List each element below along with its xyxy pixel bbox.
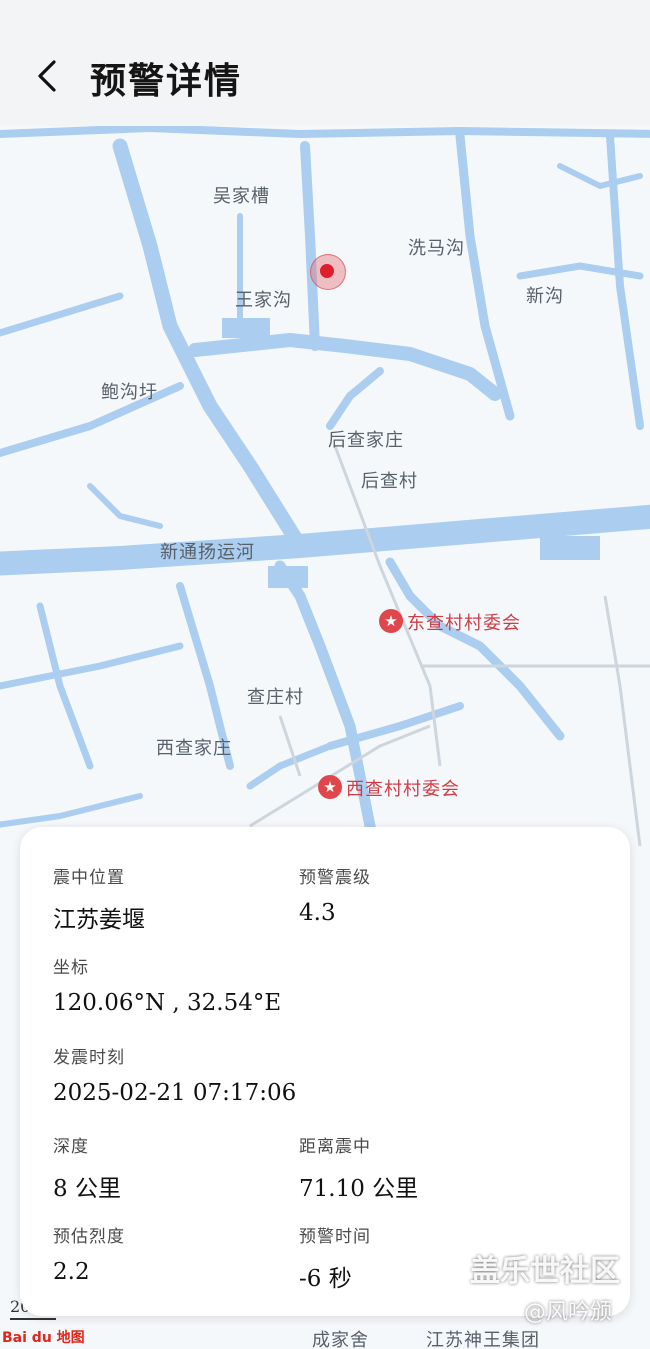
depth-label: 深度 [53,1137,89,1157]
map-label-xizhajiazhuang: 西查家庄 [156,738,232,759]
field-origin-time: 发震时刻 2025-02-21 07:17:06 [53,1043,296,1106]
back-button[interactable] [28,54,68,98]
poi-star-icon[interactable]: ★ [379,609,403,633]
map-label-wujiacao: 吴家槽 [213,186,270,207]
field-distance: 距离震中 71.10 公里 [299,1132,418,1203]
coordinates-value: 120.06°N , 32.54°E [53,990,282,1016]
map-label-zhazhuangcun: 查庄村 [247,687,304,708]
map-label-houzhacun: 后查村 [361,471,418,492]
map-label-bottom-2: 江苏神王集团 [426,1330,540,1349]
page-title: 预警详情 [90,60,243,102]
field-warning-time: 预警时间 -6 秒 [299,1222,371,1293]
map-label-bottom-1: 成家舍 [312,1330,369,1349]
field-depth: 深度 8 公里 [53,1132,121,1203]
map-label-baogouyu: 鲍沟圩 [101,382,158,403]
watermark-user: @风吟颁 [524,1300,613,1325]
location-label: 震中位置 [53,868,125,888]
map-label-canal: 新通扬运河 [160,542,255,563]
map-label-xingou: 新沟 [526,286,564,307]
poi-star-icon[interactable]: ★ [318,775,342,799]
warning-time-value: -6 秒 [299,1266,352,1292]
distance-label: 距离震中 [299,1137,371,1157]
distance-value: 71.10 公里 [299,1176,419,1202]
field-magnitude: 预警震级 4.3 [299,863,371,926]
warning-time-label: 预警时间 [299,1227,371,1247]
intensity-value: 2.2 [53,1259,90,1285]
map-label-houzhajiazhuang: 后查家庄 [328,430,404,451]
field-coordinates: 坐标 120.06°N , 32.54°E [53,953,281,1016]
intensity-label: 预估烈度 [53,1227,125,1247]
map-label-wangjiagou: 王家沟 [235,290,292,311]
location-value: 江苏姜堰 [53,907,145,933]
magnitude-value: 4.3 [299,900,336,926]
watermark-brand: 盖乐世社区 [470,1254,620,1289]
map-label-xizhacun-committee[interactable]: 西查村村委会 [346,775,460,801]
map-scale-bar [10,1318,56,1320]
earthquake-info-card: 震中位置 江苏姜堰 预警震级 4.3 坐标 120.06°N , 32.54°E… [20,827,630,1316]
field-intensity: 预估烈度 2.2 [53,1222,125,1285]
depth-value: 8 公里 [53,1176,121,1202]
map-label-ximagou: 洗马沟 [408,238,465,259]
field-location: 震中位置 江苏姜堰 [53,863,145,934]
map-label-dongzhacun-committee[interactable]: 东查村村委会 [407,609,521,635]
origin-time-value: 2025-02-21 07:17:06 [53,1080,297,1106]
app-header: 预警详情 [0,0,650,126]
chevron-left-icon [38,60,56,92]
magnitude-label: 预警震级 [299,868,371,888]
baidu-map-logo: Bai du 地图 [2,1330,85,1346]
coordinates-label: 坐标 [53,958,89,978]
origin-time-label: 发震时刻 [53,1048,125,1068]
epicenter-dot-icon [320,264,334,278]
